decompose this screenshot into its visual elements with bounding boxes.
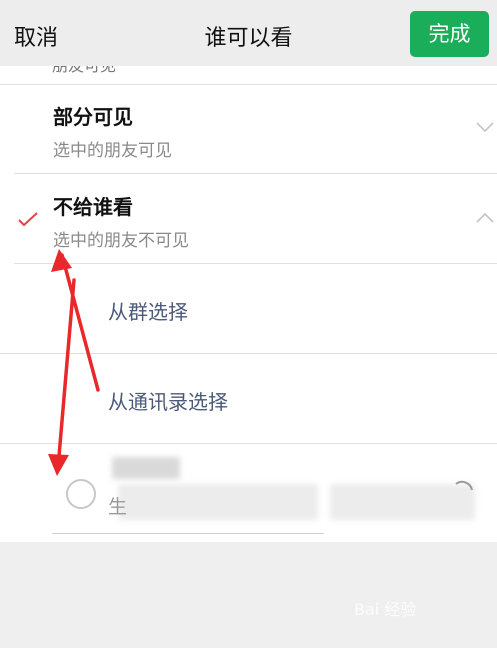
option-subtitle: 选中的朋友可见 bbox=[53, 141, 172, 161]
top-bar: 取消 谁可以看 完成 bbox=[0, 0, 497, 66]
option-subtitle: 选中的朋友不可见 bbox=[53, 231, 189, 251]
chevron-up-icon bbox=[476, 212, 494, 223]
visibility-options-panel: 朋友可见 部分可见 选中的朋友可见 不给谁看 选中的朋友不可见 从群选择 从通讯… bbox=[0, 66, 497, 542]
divider bbox=[0, 443, 497, 444]
divider bbox=[52, 533, 324, 534]
divider bbox=[0, 84, 497, 85]
baidu-jingyan-watermark: Bai 经验 bbox=[354, 600, 416, 619]
done-button[interactable]: 完成 bbox=[410, 11, 489, 57]
radio-partial-icon bbox=[455, 480, 473, 491]
divider bbox=[14, 173, 497, 174]
option-title: 不给谁看 bbox=[53, 195, 133, 219]
blurred-contact-detail bbox=[118, 484, 318, 520]
chevron-down-icon bbox=[476, 122, 494, 133]
radio-unselected-icon[interactable] bbox=[66, 479, 96, 509]
check-icon bbox=[18, 212, 38, 226]
watermark-text: Bai 经验 bbox=[354, 600, 416, 619]
select-from-contacts-item[interactable]: 从通讯录选择 bbox=[108, 386, 228, 415]
divider bbox=[14, 263, 497, 264]
option-title: 部分可见 bbox=[53, 105, 133, 129]
divider bbox=[0, 353, 497, 354]
partially-hidden-option-text: 朋友可见 bbox=[52, 66, 116, 76]
contact-name-first-char: 生 bbox=[108, 496, 128, 518]
select-from-group-item[interactable]: 从群选择 bbox=[108, 296, 188, 325]
blurred-contact-name bbox=[112, 457, 180, 479]
